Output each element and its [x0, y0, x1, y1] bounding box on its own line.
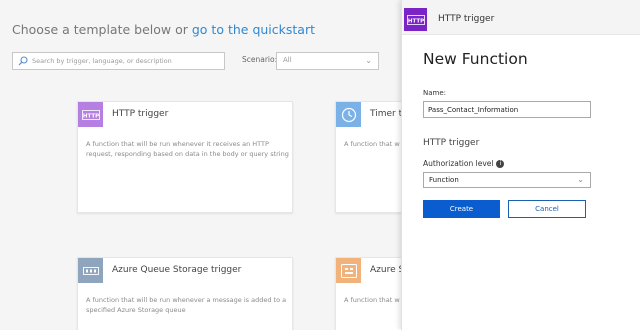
svg-text:HTTP: HTTP — [407, 18, 423, 24]
queue-icon — [78, 258, 103, 283]
info-icon[interactable]: i — [496, 159, 505, 168]
template-card-queue-trigger[interactable]: Azure Queue Storage trigger A function t… — [77, 257, 293, 330]
quickstart-link[interactable]: go to the quickstart — [192, 22, 315, 37]
panel-header-title: HTTP trigger — [438, 14, 495, 24]
panel-header: HTTP HTTP trigger — [402, 0, 640, 35]
create-button[interactable]: Create — [423, 200, 500, 218]
http-icon: HTTP — [404, 8, 427, 31]
card-description: A function that will be run whenever a m… — [86, 296, 287, 314]
chevron-down-icon: ⌄ — [365, 56, 372, 65]
page-title: New Function — [423, 50, 528, 68]
scenario-value: All — [283, 56, 292, 64]
scenario-label: Scenario: — [242, 55, 278, 64]
authorization-level-label: Authorization level i — [423, 159, 505, 168]
http-icon: HTTP — [78, 102, 103, 127]
svg-text:HTTP: HTTP — [82, 113, 98, 119]
authorization-level-dropdown[interactable]: Function ⌄ — [423, 172, 591, 188]
search-input[interactable] — [32, 57, 222, 65]
card-description: A function that will be run whenever it … — [86, 140, 289, 158]
card-title: Azure Queue Storage trigger — [112, 265, 242, 275]
heading-text: Choose a template below or — [12, 22, 188, 37]
service-bus-icon — [336, 258, 361, 283]
scenario-dropdown[interactable]: All ⌄ — [276, 52, 379, 70]
section-title: HTTP trigger — [423, 138, 480, 148]
gallery-heading: Choose a template below or go to the qui… — [12, 22, 315, 37]
search-icon — [18, 56, 28, 66]
new-function-panel: HTTP HTTP trigger New Function Name: HTT… — [401, 0, 640, 330]
card-title: HTTP trigger — [112, 109, 169, 119]
function-name-field[interactable] — [423, 101, 591, 118]
cancel-button[interactable]: Cancel — [508, 200, 586, 218]
authorization-level-value: Function — [429, 176, 459, 184]
template-card-http-trigger[interactable]: HTTP HTTP trigger A function that will b… — [77, 101, 293, 213]
authorization-level-text: Authorization level — [423, 159, 494, 168]
chevron-down-icon: ⌄ — [577, 175, 584, 184]
name-label: Name: — [423, 89, 447, 97]
clock-icon — [336, 102, 361, 127]
template-search[interactable] — [12, 52, 225, 70]
